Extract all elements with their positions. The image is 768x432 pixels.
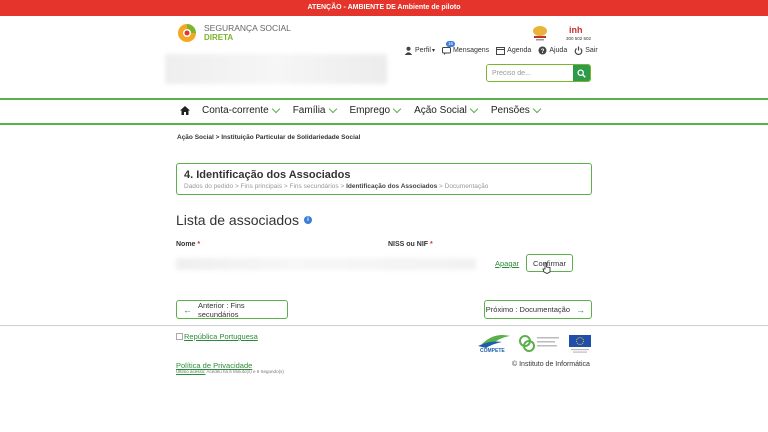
- footer-divider: [0, 325, 768, 326]
- broken-image-icon: [176, 333, 183, 340]
- list-title: Lista de associados i: [176, 212, 312, 228]
- copyright-text: © Instituto de Informática: [512, 361, 590, 368]
- government-emblem-icon: [530, 24, 550, 42]
- chevron-down-icon: [532, 104, 542, 114]
- search-button[interactable]: [573, 65, 590, 81]
- chevron-down-icon: [328, 104, 337, 114]
- messages-label: Mensagens: [452, 47, 490, 54]
- user-info-redacted: [165, 54, 387, 84]
- logo-mark-icon: [176, 22, 198, 44]
- hand-cursor-icon: [542, 262, 551, 274]
- column-label: Nome: [176, 241, 196, 248]
- step-trail-current: Identificação dos Associados: [346, 183, 438, 190]
- nav-label: Família: [292, 105, 326, 116]
- main-navigation: Conta-corrente Família Emprego Ação Soci…: [0, 98, 768, 125]
- republica-portuguesa-link[interactable]: República Portuguesa: [176, 332, 258, 341]
- portugal-2020-logo: [518, 334, 564, 354]
- search-box: [486, 64, 591, 82]
- previous-step-button[interactable]: ← Anterior : Fins secundários: [176, 300, 288, 319]
- republica-portuguesa-label: República Portuguesa: [184, 332, 258, 341]
- agenda-label: Agenda: [507, 47, 532, 54]
- required-mark: *: [430, 241, 433, 248]
- last-access-value: Acedeu há 6 Minuto(s) e 9 Segundo(s): [205, 369, 284, 374]
- european-union-logo: [568, 334, 592, 354]
- svg-text:?: ?: [541, 49, 545, 55]
- next-step-button[interactable]: Próximo : Documentação →: [484, 300, 592, 319]
- arrow-left-icon: ←: [183, 304, 192, 315]
- help-link[interactable]: ? Ajuda: [538, 46, 567, 55]
- compete-logo-text: COMPETE: [480, 348, 505, 354]
- compete-logo: COMPETE: [476, 332, 512, 354]
- step-trail: Dados do pedido > Fins principais > Fins…: [184, 183, 584, 190]
- previous-step-label: Anterior : Fins secundários: [198, 300, 245, 319]
- help-label: Ajuda: [549, 47, 568, 54]
- delete-link[interactable]: Apagar: [495, 259, 519, 268]
- search-icon: [577, 68, 586, 78]
- last-access-label: Último acesso:: [176, 369, 206, 374]
- nav-label: Conta-corrente: [202, 105, 269, 116]
- profile-link[interactable]: Perfil ▾: [404, 46, 435, 55]
- list-title-text: Lista de associados: [176, 212, 299, 228]
- step-title: 4. Identificação dos Associados: [184, 169, 351, 181]
- nav-item-emprego[interactable]: Emprego: [349, 104, 402, 116]
- logo-title: SEGURANÇA SOCIAL: [204, 23, 291, 33]
- search-input[interactable]: [487, 65, 573, 81]
- nav-label: Pensões: [490, 105, 530, 116]
- logo-subtitle: DIRETA: [204, 33, 234, 42]
- nav-item-pensoes[interactable]: Pensões: [490, 104, 542, 116]
- help-icon: ?: [538, 46, 547, 55]
- step-trail-next: > Documentação: [437, 183, 489, 190]
- next-step-label: Próximo : Documentação: [485, 305, 570, 314]
- logout-link[interactable]: Sair: [574, 46, 598, 55]
- info-icon[interactable]: i: [303, 216, 312, 224]
- contact-line-logo: inh 300 502 502: [565, 24, 593, 42]
- associate-row-redacted: [176, 258, 476, 270]
- chevron-down-icon: [392, 104, 402, 114]
- contact-line-logo-text: inh: [569, 25, 583, 35]
- column-header-niss: NISS ou NIF *: [388, 241, 433, 248]
- nav-item-familia[interactable]: Família: [292, 104, 337, 116]
- step-trail-previous: Dados do pedido > Fins principais > Fins…: [184, 183, 347, 190]
- messages-icon: [441, 46, 451, 55]
- chevron-down-icon: [469, 104, 479, 114]
- power-icon: [574, 46, 583, 55]
- site-logo[interactable]: SEGURANÇA SOCIAL DIRETA: [176, 22, 291, 44]
- column-label: NISS ou NIF: [388, 241, 429, 248]
- step-panel: 4. Identificação dos Associados Dados do…: [176, 163, 592, 195]
- messages-link[interactable]: Mensagens 16: [441, 41, 490, 55]
- nav-label: Ação Social: [414, 105, 467, 116]
- messages-count-badge: 16: [445, 41, 455, 47]
- home-icon[interactable]: [180, 106, 190, 115]
- profile-label: Perfil: [415, 47, 431, 54]
- logout-label: Sair: [585, 47, 598, 54]
- last-access-info: Último acesso: Acedeu há 6 Minuto(s) e 9…: [176, 369, 284, 374]
- agenda-link[interactable]: Agenda: [496, 46, 531, 55]
- calendar-icon: [496, 46, 506, 55]
- breadcrumb: Ação Social > Instituição Particular de …: [177, 134, 361, 141]
- column-header-nome: Nome *: [176, 241, 200, 248]
- environment-warning-banner: ATENÇÃO - AMBIENTE DE Ambiente de piloto: [0, 0, 768, 16]
- contact-line-phone: 300 502 502: [566, 36, 592, 41]
- arrow-right-icon: →: [576, 304, 585, 315]
- chevron-down-icon: [271, 104, 280, 114]
- user-icon: [404, 46, 413, 55]
- nav-label: Emprego: [349, 105, 391, 116]
- nav-item-conta-corrente[interactable]: Conta-corrente: [202, 104, 280, 116]
- required-mark: *: [197, 241, 201, 248]
- nav-item-acao-social[interactable]: Ação Social: [414, 104, 479, 116]
- chevron-down-icon: ▾: [431, 48, 435, 54]
- top-links: Perfil ▾ Mensagens 16 Agenda ? Ajuda Sai…: [404, 41, 605, 55]
